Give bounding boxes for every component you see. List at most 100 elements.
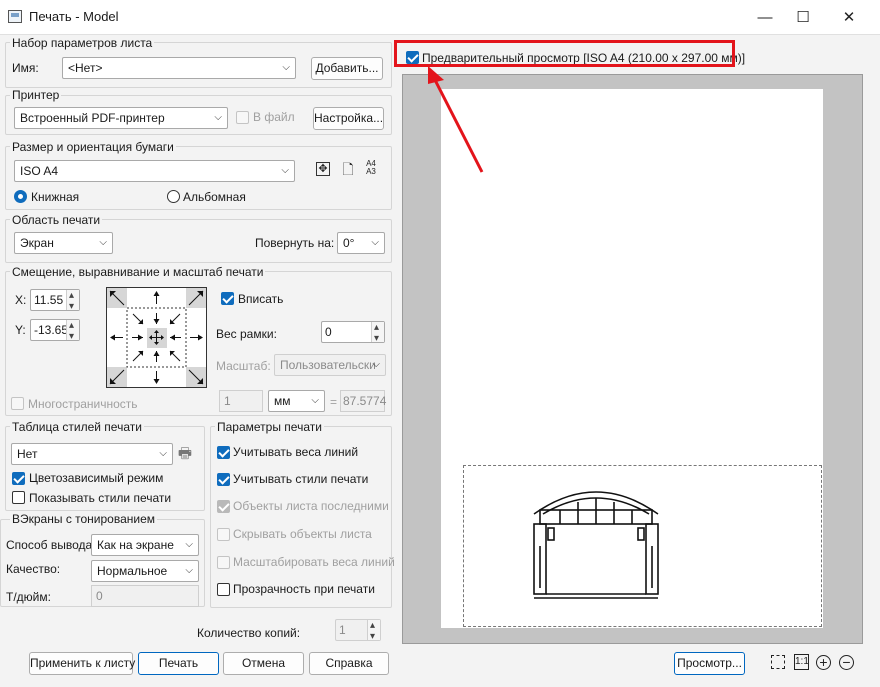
chevron-down-icon: ⌵ xyxy=(282,62,290,73)
scale-result-field[interactable]: 87.5774 xyxy=(340,390,386,412)
output-label: Способ вывода: xyxy=(6,538,96,552)
close-button[interactable]: ✕ xyxy=(826,0,872,34)
annotation-arrow-icon xyxy=(428,66,484,173)
x-offset-spinner[interactable]: 11.55 xyxy=(30,286,80,317)
fit-label: Вписать xyxy=(238,292,284,306)
color-dependent-checkbox[interactable] xyxy=(12,472,25,485)
plot-option-label: Скрывать объекты листа xyxy=(233,527,372,541)
cancel-button[interactable]: Отмена xyxy=(223,652,304,675)
portrait-label: Книжная xyxy=(31,190,80,204)
plot-area-value: Экран xyxy=(20,236,54,250)
quality-combo[interactable]: Нормальное ⌵ xyxy=(91,560,199,582)
zoom-out-icon[interactable]: − xyxy=(839,655,854,670)
plot-option-checkbox[interactable] xyxy=(217,446,230,459)
rotate-label: Повернуть на: xyxy=(255,236,335,250)
plot-option-checkbox[interactable] xyxy=(217,556,230,569)
center-icon[interactable]: ✥ xyxy=(316,162,330,176)
frame-weight-label: Вес рамки: xyxy=(216,327,277,341)
alignment-grid[interactable] xyxy=(106,287,207,388)
multipage-label: Многостраничность xyxy=(28,397,138,411)
frame-weight-spinner[interactable]: 0 xyxy=(321,318,385,349)
paper-formats-icon[interactable]: A4 A3 xyxy=(363,160,379,176)
offset-title: Смещение, выравнивание и масштаб печати xyxy=(10,265,266,279)
quality-value: Нормальное xyxy=(97,564,168,578)
chevron-down-icon: ⌵ xyxy=(372,359,380,370)
chevron-down-icon: ⌵ xyxy=(214,112,222,123)
zoom-one-to-one-icon[interactable]: 1:1 xyxy=(794,654,809,670)
printer-edit-icon[interactable]: 🖶 xyxy=(177,446,193,462)
print-button[interactable]: Печать xyxy=(138,652,219,675)
scale-label: Масштаб: xyxy=(216,359,271,373)
printer-combo[interactable]: Встроенный PDF-принтер ⌵ xyxy=(14,107,228,129)
paper-size-value: ISO A4 xyxy=(20,164,59,178)
plot-option-label: Учитывать стили печати xyxy=(233,472,369,486)
unit-combo[interactable]: мм ⌵ xyxy=(268,390,325,412)
plot-option-label: Учитывать веса линий xyxy=(233,445,359,459)
plot-option-checkbox[interactable] xyxy=(217,500,230,513)
rotate-combo[interactable]: 0° ⌵ xyxy=(337,232,385,254)
page-setup-name-combo[interactable]: <Нет> ⌵ xyxy=(62,57,296,79)
page-setup-name-value: <Нет> xyxy=(68,61,103,75)
scale-value: Пользовательски xyxy=(280,358,376,372)
help-button[interactable]: Справка xyxy=(309,652,389,675)
window-zoom-icon[interactable] xyxy=(771,655,785,669)
scale-combo[interactable]: Пользовательски ⌵ xyxy=(274,354,386,376)
plot-style-combo[interactable]: Нет ⌵ xyxy=(11,443,173,465)
dpi-label: Т/дюйм: xyxy=(6,590,51,604)
printer-value: Встроенный PDF-принтер xyxy=(20,111,165,125)
to-file-checkbox[interactable] xyxy=(236,111,249,124)
plot-area-combo[interactable]: Экран ⌵ xyxy=(14,232,113,254)
plot-option-label: Прозрачность при печати xyxy=(233,582,375,596)
fit-checkbox[interactable] xyxy=(221,292,234,305)
plot-style-title: Таблица стилей печати xyxy=(10,420,144,434)
page-setup-title: Набор параметров листа xyxy=(10,36,155,50)
plot-option-checkbox[interactable] xyxy=(217,473,230,486)
copies-spinner[interactable]: 1 xyxy=(335,616,381,647)
plot-option-label: Объекты листа последними xyxy=(233,499,389,513)
output-combo[interactable]: Как на экране ⌵ xyxy=(91,534,199,556)
name-label: Имя: xyxy=(12,61,39,75)
plot-option-checkbox[interactable] xyxy=(217,583,230,596)
chevron-down-icon: ⌵ xyxy=(99,237,107,248)
window-title: Печать - Model xyxy=(29,9,119,24)
x-label: X: xyxy=(15,293,27,307)
landscape-label: Альбомная xyxy=(183,190,246,204)
show-styles-label: Показывать стили печати xyxy=(29,491,172,505)
maximize-button[interactable]: ☐ xyxy=(780,0,826,34)
preview-button[interactable]: Просмотр... xyxy=(674,652,745,675)
shaded-title: ВЭкраны с тонированием xyxy=(10,512,158,526)
chevron-down-icon: ⌵ xyxy=(159,448,167,459)
chevron-down-icon: ⌵ xyxy=(311,395,319,406)
title-bar: Печать - Model — ☐ ✕ xyxy=(0,0,880,34)
unit-value: мм xyxy=(274,394,291,408)
portrait-radio[interactable] xyxy=(14,190,27,203)
printer-settings-button[interactable]: Настройка... xyxy=(313,107,384,130)
landscape-radio[interactable] xyxy=(167,190,180,203)
quality-label: Качество: xyxy=(6,562,61,576)
paper-title: Размер и ориентация бумаги xyxy=(10,140,176,154)
add-page-setup-button[interactable]: Добавить... xyxy=(311,57,383,80)
output-value: Как на экране xyxy=(97,538,174,552)
page-icon[interactable]: 🗋 xyxy=(340,161,356,177)
y-offset-spinner[interactable]: -13.65 xyxy=(30,316,80,347)
scale-numerator-field[interactable]: 1 xyxy=(219,390,263,412)
paper-size-combo[interactable]: ISO A4 ⌵ xyxy=(14,160,295,182)
dpi-field[interactable]: 0 xyxy=(91,585,199,607)
multipage-checkbox[interactable] xyxy=(11,397,24,410)
to-file-label: В файл xyxy=(253,110,295,124)
zoom-in-icon[interactable]: + xyxy=(816,655,831,670)
chevron-down-icon: ⌵ xyxy=(185,539,193,550)
chevron-down-icon: ⌵ xyxy=(371,237,379,248)
apply-to-layout-button[interactable]: Применить к листу xyxy=(29,652,135,675)
app-icon xyxy=(8,10,22,23)
chevron-down-icon: ⌵ xyxy=(281,165,289,176)
plot-style-value: Нет xyxy=(17,447,38,461)
chevron-down-icon: ⌵ xyxy=(185,565,193,576)
plot-options-title: Параметры печати xyxy=(215,420,324,434)
x-offset-value: 11.55 xyxy=(34,293,64,307)
printer-title: Принтер xyxy=(10,88,62,102)
plot-option-checkbox[interactable] xyxy=(217,528,230,541)
y-label: Y: xyxy=(15,323,26,337)
show-styles-checkbox[interactable] xyxy=(12,491,25,504)
color-dependent-label: Цветозависимый режим xyxy=(29,471,164,485)
